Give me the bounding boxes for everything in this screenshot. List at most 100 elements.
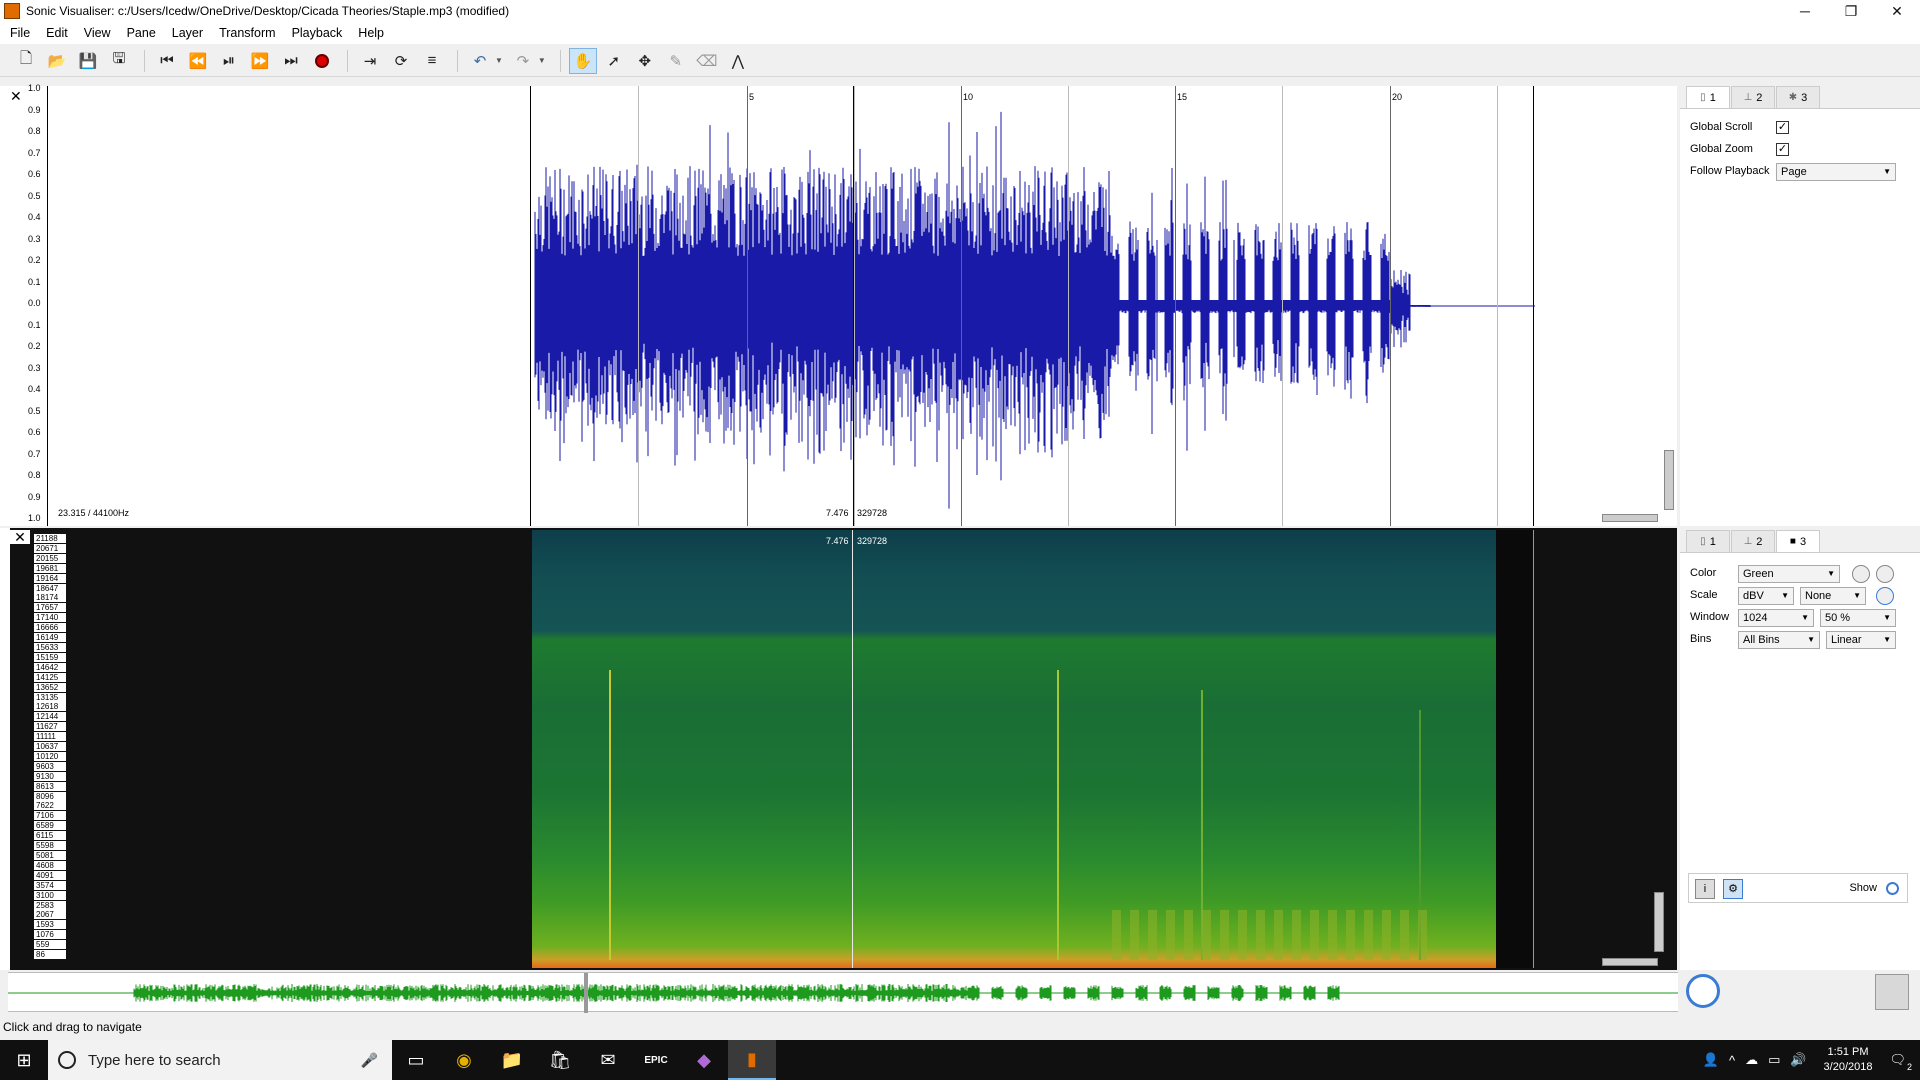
scale-select[interactable]: dBV ▼ [1738, 587, 1794, 605]
onedrive-icon[interactable]: ☁ [1745, 1052, 1758, 1068]
mail-icon[interactable]: ✉ [584, 1040, 632, 1080]
record-icon[interactable] [308, 48, 336, 74]
undo-dropdown-icon[interactable]: ▼ [495, 56, 503, 65]
horizontal-zoom-slider[interactable] [1602, 958, 1658, 966]
spectral-burst [1112, 910, 1121, 960]
erase-icon[interactable]: ⌫ [693, 48, 721, 74]
tab-1[interactable]: ▯ 1 [1686, 530, 1730, 552]
taskbar-search[interactable]: Type here to search 🎤 [48, 1040, 392, 1080]
normalize-select[interactable]: None ▼ [1800, 587, 1866, 605]
minimize-button[interactable]: ─ [1782, 0, 1828, 22]
menu-edit[interactable]: Edit [38, 26, 76, 40]
follow-playback-label: Follow Playback [1690, 165, 1770, 177]
tab-3[interactable]: ✱ 3 [1776, 86, 1820, 108]
people-icon[interactable]: 👤 [1703, 1052, 1719, 1068]
move-icon[interactable]: ✥ [631, 48, 659, 74]
show-toggle[interactable] [1886, 882, 1899, 895]
chrome-icon[interactable]: ◉ [440, 1040, 488, 1080]
bins-scale-select[interactable]: Linear ▼ [1826, 631, 1896, 649]
redo-icon[interactable]: ↷ [509, 48, 537, 74]
store-icon[interactable]: 🛍 [536, 1040, 584, 1080]
discord-icon[interactable]: ◆ [680, 1040, 728, 1080]
gain-knob[interactable] [1852, 565, 1870, 583]
network-icon[interactable]: ▭ [1768, 1052, 1780, 1068]
layer-info-icon[interactable]: i [1695, 879, 1715, 899]
draw-icon[interactable]: ✎ [662, 48, 690, 74]
play-pause-icon[interactable]: ⏯ [215, 48, 243, 74]
rewind-icon[interactable]: ⏪ [184, 48, 212, 74]
close-pane-icon[interactable]: ✕ [10, 88, 22, 105]
restore-button[interactable]: ❐ [1828, 0, 1874, 22]
fast-forward-icon[interactable]: ⏩ [246, 48, 274, 74]
layer-settings-icon[interactable]: ⚙ [1723, 879, 1743, 899]
microphone-icon[interactable]: 🎤 [361, 1052, 378, 1069]
measure-icon[interactable]: ⋀ [724, 48, 752, 74]
sonic-visualiser-taskbar-icon[interactable]: ▮ [728, 1040, 776, 1080]
menu-help[interactable]: Help [350, 26, 392, 40]
waveform-pane[interactable]: ✕ 1.0 0.9 0.8 0.7 0.6 0.5 0.4 0.3 0.2 0.1 0.0 0.1 0.… [0, 83, 1677, 526]
tab-1[interactable]: ▯ 1 [1686, 86, 1730, 108]
horizontal-zoom-slider[interactable] [1602, 514, 1658, 522]
menu-transform[interactable]: Transform [211, 26, 284, 40]
waveform-area[interactable]: 5 10 15 20 [530, 86, 1535, 526]
menu-view[interactable]: View [76, 26, 119, 40]
window-overlap-select[interactable]: 50 % ▼ [1820, 609, 1896, 627]
scale-label: Scale [1690, 589, 1718, 601]
menu-playback[interactable]: Playback [284, 26, 351, 40]
clock[interactable]: 1:51 PM 3/20/2018 [1824, 1045, 1873, 1075]
volume-icon[interactable]: 🔊 [1790, 1052, 1806, 1068]
loop-icon[interactable]: ⟳ [387, 48, 415, 74]
amplitude-scale: 1.0 0.9 0.8 0.7 0.6 0.5 0.4 0.3 0.2 0.1 0.0 0.1 0.2 0… [26, 83, 48, 526]
tab-2[interactable]: ⊥ 2 [1731, 530, 1775, 552]
overview-position-marker[interactable] [584, 973, 588, 1013]
global-zoom-checkbox[interactable]: ✓ [1776, 143, 1789, 156]
show-hidden-icons-icon[interactable]: ^ [1729, 1053, 1735, 1068]
pane-icon: ▯ [1700, 536, 1706, 547]
task-view-icon[interactable]: ▭ [392, 1040, 440, 1080]
spectral-burst [1166, 910, 1175, 960]
tab-3[interactable]: ■ 3 [1776, 530, 1820, 552]
spectrogram-area[interactable] [532, 530, 1496, 968]
color-select[interactable]: Green ▼ [1738, 565, 1840, 583]
solo-icon[interactable]: ≡ [418, 48, 446, 74]
playback-speed-dial[interactable] [1686, 974, 1720, 1008]
notifications-icon[interactable]: 🗨 2 [1889, 1052, 1912, 1072]
navigate-icon[interactable]: ✋ [568, 47, 597, 74]
bins-select[interactable]: All Bins ▼ [1738, 631, 1820, 649]
constrain-icon[interactable]: ⇥ [356, 48, 384, 74]
global-scroll-checkbox[interactable]: ✓ [1776, 121, 1789, 134]
menu-file[interactable]: File [2, 26, 38, 40]
output-level-meter [1875, 974, 1909, 1010]
menu-pane[interactable]: Pane [119, 26, 164, 40]
vertical-zoom-slider[interactable] [1654, 892, 1664, 952]
tab-2[interactable]: ⊥ 2 [1731, 86, 1775, 108]
file-explorer-icon[interactable]: 📁 [488, 1040, 536, 1080]
window-size-select[interactable]: 1024 ▼ [1738, 609, 1814, 627]
save-icon[interactable]: 💾 [74, 48, 102, 74]
epic-games-icon[interactable]: EPIC [632, 1040, 680, 1080]
title-bar: Sonic Visualiser: c:/Users/Icedw/OneDriv… [0, 0, 1920, 22]
vertical-zoom-slider[interactable] [1664, 450, 1674, 510]
frequency-tick-label: 11627 [34, 722, 66, 732]
windows-start-icon[interactable]: ⊞ [0, 1040, 48, 1080]
taskbar: ⊞ Type here to search 🎤 ▭ ◉ 📁 🛍 ✉ EPIC ◆… [0, 1040, 1920, 1080]
save-session-icon[interactable]: 🖫 [105, 48, 133, 74]
rewind-start-icon[interactable]: ⏮ [153, 48, 181, 74]
undo-icon[interactable]: ↶ [466, 48, 494, 74]
redo-dropdown-icon[interactable]: ▼ [538, 56, 546, 65]
new-icon[interactable]: 🗋 [12, 48, 40, 74]
color-rotation-knob[interactable] [1876, 587, 1894, 605]
frequency-tick-label: 6589 [34, 821, 66, 831]
close-window-button[interactable]: ✕ [1874, 0, 1920, 22]
fast-forward-end-icon[interactable]: ⏭ [277, 48, 305, 74]
chevron-down-icon: ▼ [1781, 591, 1789, 600]
time-tick-label: 10 [963, 92, 974, 102]
open-icon[interactable]: 📂 [43, 48, 71, 74]
close-pane-icon[interactable]: ✕ [10, 530, 30, 544]
spectrogram-pane[interactable]: ✕ 21188 20671 20155 19681 19164 18647 18174 176… [0, 528, 1677, 970]
follow-playback-select[interactable]: Page ▼ [1776, 163, 1896, 181]
select-icon[interactable]: ➚ [600, 48, 628, 74]
menu-layer[interactable]: Layer [164, 26, 211, 40]
threshold-knob[interactable] [1876, 565, 1894, 583]
overview-strip[interactable] [8, 972, 1678, 1013]
